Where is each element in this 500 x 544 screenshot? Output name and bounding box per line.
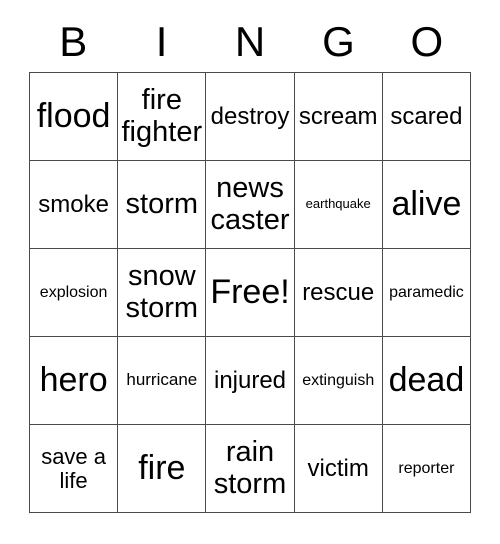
bingo-cell-label: scream xyxy=(298,102,378,130)
bingo-row: flood fire fighter destroy scream scared xyxy=(30,73,472,161)
bingo-cell-label: extinguish xyxy=(302,371,375,389)
bingo-row: explosion snow storm Free! rescue parame… xyxy=(30,249,472,337)
bingo-row: smoke storm news caster earthquake alive xyxy=(30,161,472,249)
bingo-free-space-label: Free! xyxy=(210,273,290,312)
header-letter-o: O xyxy=(410,18,444,65)
bingo-cell-label: explosion xyxy=(39,283,108,301)
bingo-cell-g2[interactable]: earthquake xyxy=(294,161,383,249)
header-letter-g: G xyxy=(322,18,355,65)
bingo-cell-label: news caster xyxy=(210,172,290,236)
bingo-cell-label: alive xyxy=(391,185,462,224)
bingo-cell-label: victim xyxy=(307,454,369,482)
bingo-cell-free-space[interactable]: Free! xyxy=(206,249,295,337)
bingo-cell-i2[interactable]: storm xyxy=(118,161,207,249)
bingo-cell-b1[interactable]: flood xyxy=(30,73,119,161)
bingo-cell-label: snow storm xyxy=(125,260,199,324)
bingo-cell-i3[interactable]: snow storm xyxy=(118,249,207,337)
bingo-cell-g1[interactable]: scream xyxy=(294,73,383,161)
bingo-grid: flood fire fighter destroy scream scared… xyxy=(29,72,472,513)
bingo-card: B I N G O flood fire fighter destroy scr… xyxy=(0,0,500,544)
bingo-cell-o2[interactable]: alive xyxy=(382,161,472,249)
bingo-cell-b4[interactable]: hero xyxy=(30,337,119,425)
bingo-cell-o1[interactable]: scared xyxy=(382,73,472,161)
bingo-cell-label: save a life xyxy=(41,443,107,493)
bingo-cell-o5[interactable]: reporter xyxy=(382,425,472,513)
header-letter-n: N xyxy=(234,18,266,65)
bingo-cell-i1[interactable]: fire fighter xyxy=(118,73,207,161)
bingo-cell-i5[interactable]: fire xyxy=(118,425,207,513)
bingo-cell-label: storm xyxy=(125,187,199,220)
bingo-cell-n1[interactable]: destroy xyxy=(206,73,295,161)
bingo-cell-label: paramedic xyxy=(389,283,464,301)
bingo-cell-g5[interactable]: victim xyxy=(294,425,383,513)
bingo-cell-label: dead xyxy=(388,361,465,400)
bingo-cell-label: destroy xyxy=(210,102,290,130)
header-letter-b: B xyxy=(59,18,88,65)
bingo-cell-g4[interactable]: extinguish xyxy=(294,337,383,425)
bingo-cell-i4[interactable]: hurricane xyxy=(118,337,207,425)
bingo-cell-n4[interactable]: injured xyxy=(206,337,295,425)
bingo-cell-label: hero xyxy=(39,361,108,400)
bingo-cell-label: injured xyxy=(213,366,287,394)
bingo-cell-g3[interactable]: rescue xyxy=(294,249,383,337)
bingo-cell-label: scared xyxy=(390,102,463,130)
bingo-cell-label: rain storm xyxy=(213,436,287,500)
bingo-cell-n2[interactable]: news caster xyxy=(206,161,295,249)
bingo-cell-label: fire fighter xyxy=(121,84,203,148)
bingo-cell-o4[interactable]: dead xyxy=(382,337,472,425)
bingo-cell-label: reporter xyxy=(398,459,455,477)
bingo-row: hero hurricane injured extinguish dead xyxy=(30,337,472,425)
bingo-cell-b5[interactable]: save a life xyxy=(30,425,119,513)
bingo-cell-b2[interactable]: smoke xyxy=(30,161,119,249)
bingo-cell-label: earthquake xyxy=(305,196,371,212)
bingo-cell-n5[interactable]: rain storm xyxy=(206,425,295,513)
bingo-cell-label: flood xyxy=(36,97,111,136)
bingo-cell-label: smoke xyxy=(38,190,109,218)
bingo-cell-label: rescue xyxy=(302,278,375,306)
bingo-cell-b3[interactable]: explosion xyxy=(30,249,119,337)
bingo-cell-label: fire xyxy=(138,449,186,488)
bingo-row: save a life fire rain storm victim repor… xyxy=(30,425,472,513)
bingo-cell-label: hurricane xyxy=(126,370,198,390)
bingo-cell-o3[interactable]: paramedic xyxy=(382,249,472,337)
bingo-header: B I N G O xyxy=(29,14,471,70)
header-letter-i: I xyxy=(155,18,168,65)
